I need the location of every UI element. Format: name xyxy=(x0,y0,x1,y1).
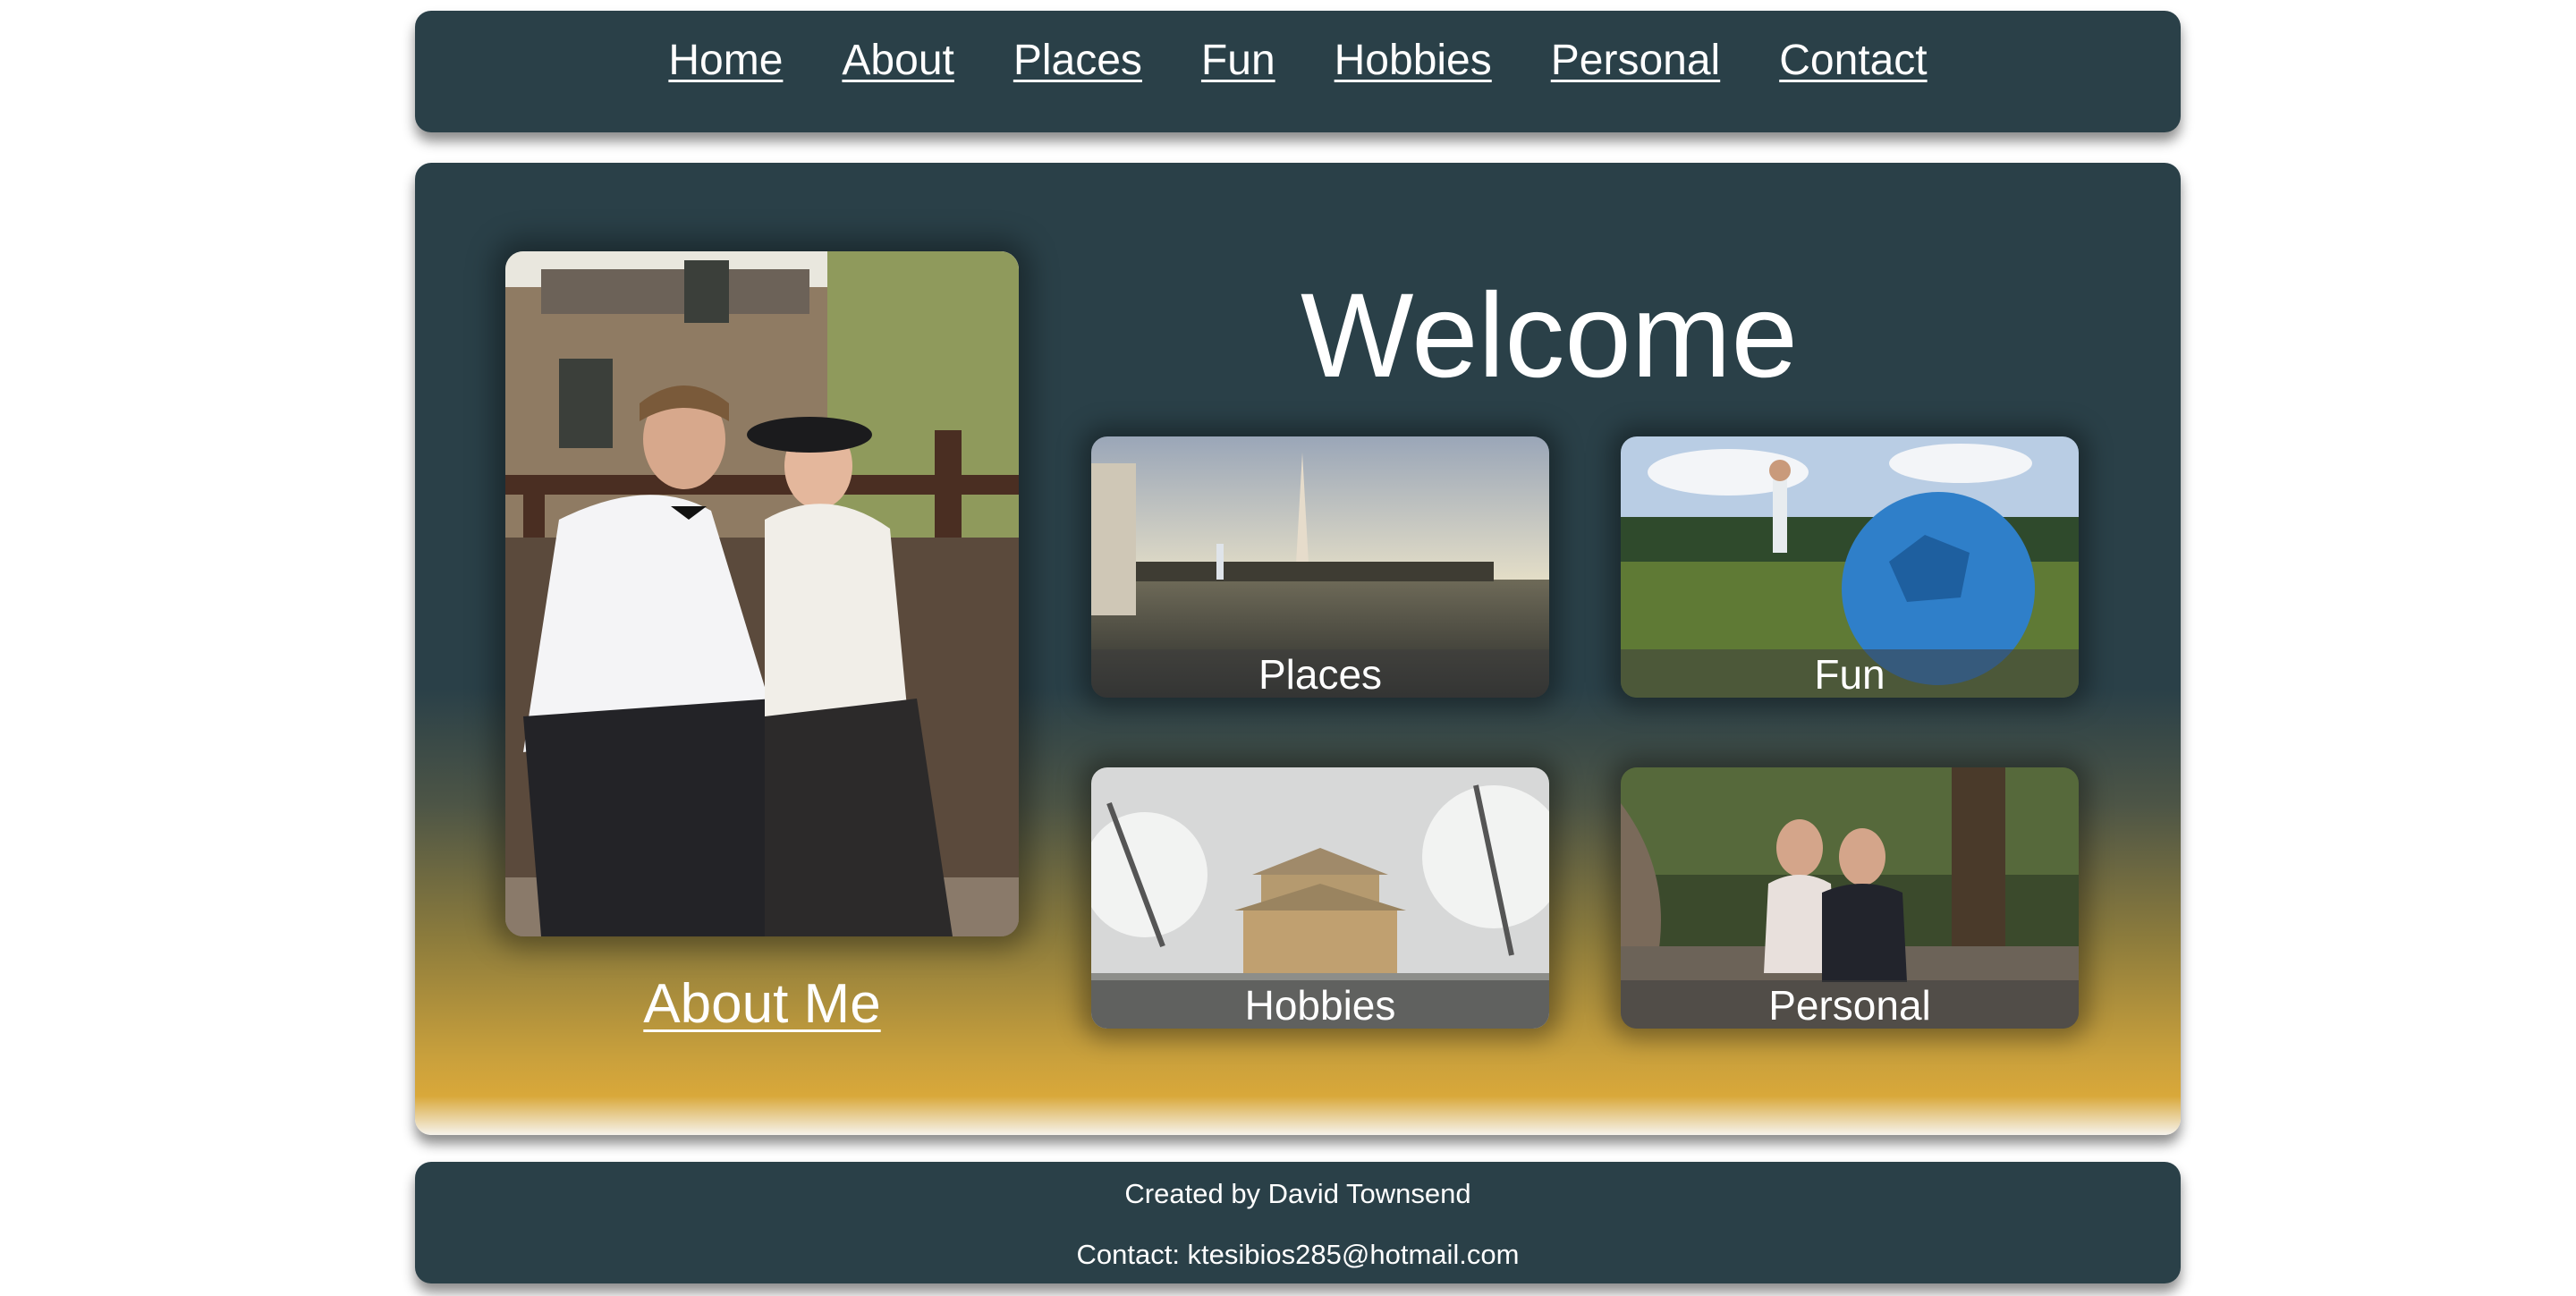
nav-item-contact: Contact xyxy=(1779,36,1927,85)
footer-credit: Created by David Townsend xyxy=(1124,1178,1471,1209)
nav-link-hobbies[interactable]: Hobbies xyxy=(1335,37,1492,84)
main-content-panel: About Me Welcome Places Fun Hobbies Pers… xyxy=(415,163,2181,1135)
portrait-illustration xyxy=(505,251,1019,936)
couple-portrait-photo[interactable] xyxy=(505,251,1019,936)
tile-hobbies[interactable]: Hobbies xyxy=(1091,767,1549,1029)
footer: Created by David Townsend Contact: ktesi… xyxy=(415,1162,2181,1283)
nav-item-personal: Personal xyxy=(1551,36,1720,85)
tile-label-places: Places xyxy=(1091,649,1549,698)
nav-link-contact[interactable]: Contact xyxy=(1779,37,1927,84)
nav-item-about: About xyxy=(842,36,953,85)
nav-menu: Home About Places Fun Hobbies Personal C… xyxy=(415,36,2181,85)
nav-item-fun: Fun xyxy=(1201,36,1275,85)
nav-item-places: Places xyxy=(1013,36,1142,85)
tile-fun[interactable]: Fun xyxy=(1621,436,2079,698)
tile-label-personal: Personal xyxy=(1621,980,2079,1029)
tile-places[interactable]: Places xyxy=(1091,436,1549,698)
welcome-heading: Welcome xyxy=(1300,269,1799,402)
nav-item-home: Home xyxy=(668,36,783,85)
nav-link-places[interactable]: Places xyxy=(1013,37,1142,84)
nav-link-personal[interactable]: Personal xyxy=(1551,37,1720,84)
nav-link-about[interactable]: About xyxy=(842,37,953,84)
tile-label-fun: Fun xyxy=(1621,649,2079,698)
top-nav-bar: Home About Places Fun Hobbies Personal C… xyxy=(415,11,2181,132)
tile-label-hobbies: Hobbies xyxy=(1091,980,1549,1029)
tile-personal[interactable]: Personal xyxy=(1621,767,2079,1029)
nav-link-home[interactable]: Home xyxy=(668,37,783,84)
about-me-link[interactable]: About Me xyxy=(505,972,1019,1036)
footer-contact: Contact: ktesibios285@hotmail.com xyxy=(1076,1239,1520,1270)
nav-link-fun[interactable]: Fun xyxy=(1201,37,1275,84)
nav-item-hobbies: Hobbies xyxy=(1335,36,1492,85)
